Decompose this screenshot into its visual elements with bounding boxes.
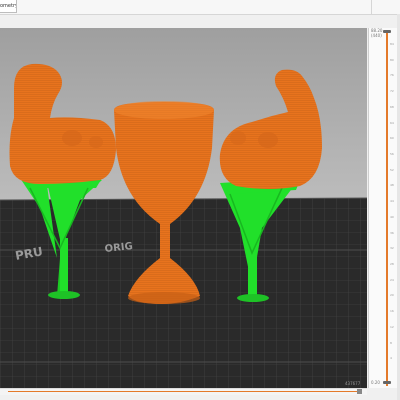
horizontal-slider[interactable]: 437677 — [0, 381, 367, 395]
toolbar-right-section — [371, 0, 392, 14]
slider-top-sub: (440) — [371, 33, 382, 38]
layer-slider-track[interactable] — [386, 30, 388, 386]
horizontal-slider-track[interactable] — [8, 391, 358, 392]
layer-slider-bottom-handle[interactable] — [383, 381, 391, 384]
horizontal-slider-label: 437677 — [345, 381, 361, 386]
scene-canvas[interactable]: PRU ORIG — [0, 28, 367, 388]
layer-slider-top-handle[interactable] — [383, 30, 391, 33]
3d-viewport[interactable]: PRU ORIG — [0, 28, 367, 388]
layer-slider-panel: 88.20 (440) 84 80 76 72 68 64 60 56 52 48 44 40 36 32… — [368, 28, 399, 388]
slider-bottom-value: 0.20 — [371, 380, 380, 385]
horizontal-slider-handle[interactable] — [357, 389, 362, 394]
tab-geometry[interactable]: ometry — [0, 0, 17, 13]
top-toolbar: ometry — [0, 0, 400, 15]
